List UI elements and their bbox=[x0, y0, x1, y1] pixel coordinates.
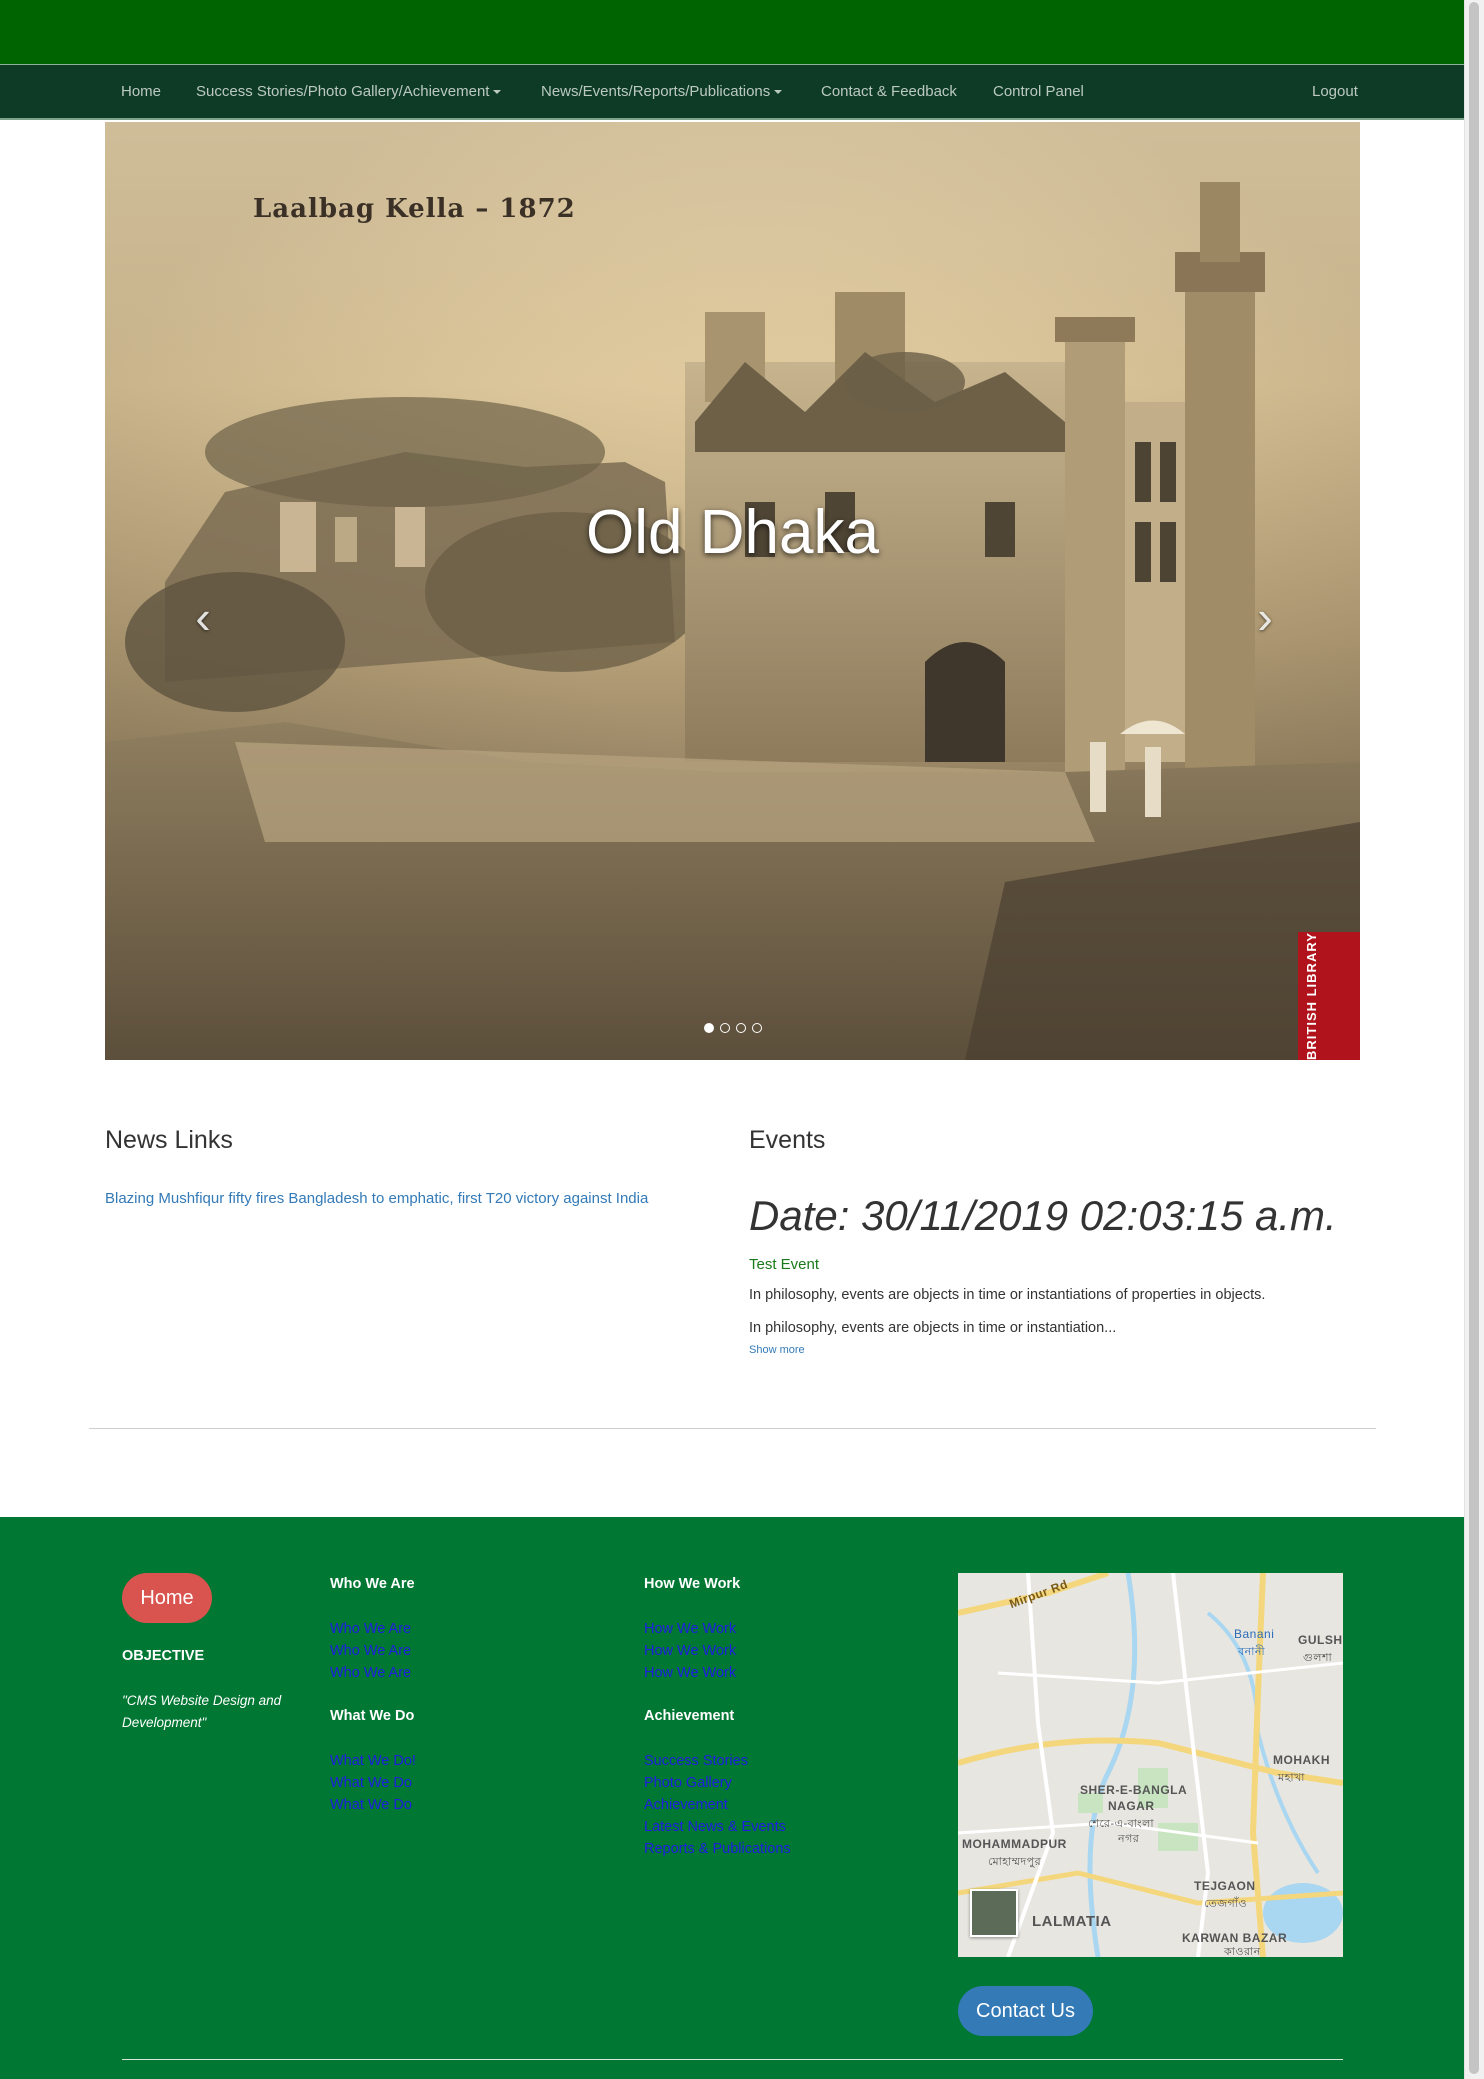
scrollbar-thumb[interactable] bbox=[1469, 2, 1479, 2074]
map-label: GULSH bbox=[1298, 1633, 1343, 1647]
map-label: MOHAMMADPUR bbox=[962, 1837, 1067, 1851]
how-we-work-heading: How We Work bbox=[644, 1576, 741, 1592]
map-label: NAGAR bbox=[1108, 1799, 1155, 1813]
what-we-do-link[interactable]: What We Do bbox=[330, 1772, 416, 1794]
carousel-indicator-3[interactable] bbox=[735, 1023, 746, 1033]
event-title-link[interactable]: Test Event bbox=[749, 1256, 819, 1273]
footer-home-button[interactable]: Home bbox=[122, 1573, 212, 1623]
event-description: In philosophy, events are objects in tim… bbox=[749, 1287, 1266, 1303]
chevron-left-icon: ‹ bbox=[195, 591, 211, 643]
top-banner bbox=[0, 0, 1465, 64]
event-date: Date: 30/11/2019 02:03:15 a.m. bbox=[749, 1192, 1337, 1239]
map-label: মহাখা bbox=[1278, 1772, 1305, 1784]
who-we-are-links: Who We Are Who We Are Who We Are bbox=[330, 1618, 411, 1684]
how-we-work-link[interactable]: How We Work bbox=[644, 1662, 736, 1684]
nav-success-stories-label: Success Stories/Photo Gallery/Achievemen… bbox=[196, 83, 490, 100]
carousel-indicator-2[interactable] bbox=[719, 1023, 730, 1033]
nav-contact-feedback[interactable]: Contact & Feedback bbox=[821, 65, 957, 119]
map-label: মোহাম্মদপুর bbox=[988, 1856, 1042, 1868]
nav-news-events-label: News/Events/Reports/Publications bbox=[541, 83, 771, 100]
map-label: TEJGAON bbox=[1194, 1879, 1256, 1893]
carousel-next-button[interactable]: › bbox=[1245, 582, 1285, 652]
news-link[interactable]: Blazing Mushfiqur fifty fires Bangladesh… bbox=[105, 1190, 648, 1207]
objective-text: "CMS Website Design and Development" bbox=[122, 1693, 282, 1730]
what-we-do-links: What We Do! What We Do What We Do bbox=[330, 1750, 416, 1816]
map-label: কাওরান bbox=[1224, 1946, 1261, 1957]
nav-control-panel[interactable]: Control Panel bbox=[993, 65, 1084, 119]
chevron-right-icon: › bbox=[1257, 591, 1273, 643]
carousel-prev-button[interactable]: ‹ bbox=[183, 582, 223, 652]
map-label: নগর bbox=[1118, 1833, 1140, 1845]
map-label: Banani bbox=[1234, 1627, 1275, 1641]
how-we-work-links: How We Work How We Work How We Work bbox=[644, 1618, 736, 1684]
who-we-are-link[interactable]: Who We Are bbox=[330, 1618, 411, 1640]
map-label: বনানী bbox=[1238, 1646, 1266, 1658]
nav-news-events-dropdown[interactable]: News/Events/Reports/Publications bbox=[541, 65, 783, 119]
achievement-link[interactable]: Achievement bbox=[644, 1794, 791, 1816]
reports-publications-link[interactable]: Reports & Publications bbox=[644, 1838, 791, 1860]
what-we-do-link[interactable]: What We Do! bbox=[330, 1750, 416, 1772]
map-label: SHER-E-BANGLA bbox=[1080, 1783, 1188, 1797]
slide-title: Old Dhaka bbox=[586, 498, 879, 567]
map-satellite-toggle[interactable] bbox=[970, 1889, 1018, 1937]
footer-divider bbox=[122, 2059, 1343, 2060]
photo-caption: Laalbag Kella – 1872 bbox=[253, 194, 576, 224]
carousel-indicator-4[interactable] bbox=[751, 1023, 762, 1033]
embedded-map[interactable]: Mirpur Rd Banani বনানী GULSH গুলশা MOHAK… bbox=[958, 1573, 1343, 1957]
image-carousel: Laalbag Kella – 1872 Old Dhaka ‹ › BRITI… bbox=[105, 122, 1360, 1060]
show-more-link[interactable]: Show more bbox=[749, 1344, 805, 1356]
nav-logout[interactable]: Logout bbox=[1312, 65, 1358, 119]
caret-down-icon bbox=[493, 90, 502, 95]
how-we-work-link[interactable]: How We Work bbox=[644, 1640, 736, 1662]
what-we-do-heading: What We Do bbox=[330, 1708, 415, 1724]
contact-us-button[interactable]: Contact Us bbox=[958, 1986, 1093, 2036]
nav-home[interactable]: Home bbox=[121, 65, 161, 119]
who-we-are-heading: Who We Are bbox=[330, 1576, 415, 1592]
nav-success-stories-dropdown[interactable]: Success Stories/Photo Gallery/Achievemen… bbox=[196, 65, 502, 119]
map-label: গুলশা bbox=[1303, 1652, 1333, 1664]
map-label: MOHAKH bbox=[1273, 1753, 1330, 1767]
fort-photo bbox=[105, 182, 1360, 1060]
library-watermark: BRITISH LIBRARY bbox=[1298, 932, 1360, 1060]
achievement-heading: Achievement bbox=[644, 1708, 735, 1724]
event-excerpt: In philosophy, events are objects in tim… bbox=[749, 1320, 1117, 1336]
caret-down-icon bbox=[774, 90, 783, 95]
what-we-do-link[interactable]: What We Do bbox=[330, 1794, 416, 1816]
objective-title: OBJECTIVE bbox=[122, 1648, 205, 1664]
map-label: তেজগাঁও bbox=[1204, 1898, 1248, 1910]
achievement-links: Success Stories Photo Gallery Achievemen… bbox=[644, 1750, 791, 1860]
latest-news-events-link[interactable]: Latest News & Events bbox=[644, 1816, 791, 1838]
events-heading: Events bbox=[749, 1126, 826, 1154]
section-divider bbox=[89, 1428, 1376, 1429]
success-stories-link[interactable]: Success Stories bbox=[644, 1750, 791, 1772]
page-scrollbar[interactable] bbox=[1464, 0, 1484, 2079]
who-we-are-link[interactable]: Who We Are bbox=[330, 1662, 411, 1684]
carousel-indicator-1[interactable] bbox=[703, 1023, 714, 1033]
main-navbar: Home Success Stories/Photo Gallery/Achie… bbox=[0, 64, 1465, 120]
news-links-heading: News Links bbox=[105, 1126, 233, 1154]
map-label: LALMATIA bbox=[1032, 1913, 1112, 1930]
carousel-indicators bbox=[105, 1020, 1360, 1038]
who-we-are-link[interactable]: Who We Are bbox=[330, 1640, 411, 1662]
photo-gallery-link[interactable]: Photo Gallery bbox=[644, 1772, 791, 1794]
how-we-work-link[interactable]: How We Work bbox=[644, 1618, 736, 1640]
